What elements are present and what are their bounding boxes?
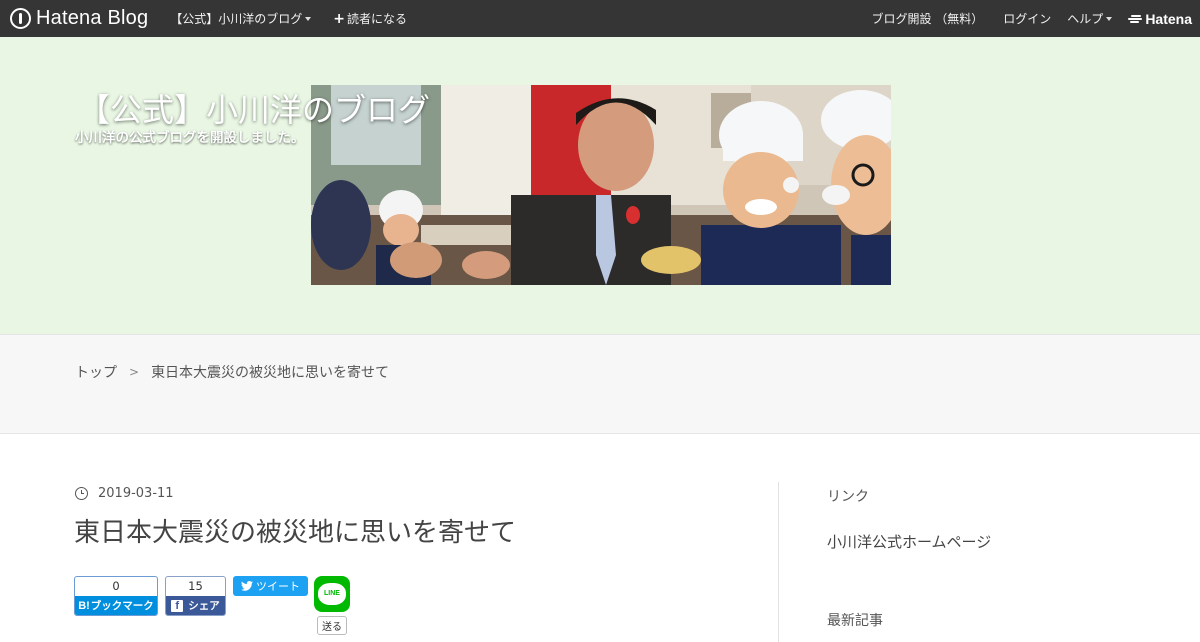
hatena-bookmark-button[interactable]: 0 B! ブックマーク [74,576,158,616]
subscribe-button[interactable]: + 読者になる [333,10,407,27]
tweet-button[interactable]: ツイート [233,576,308,596]
line-icon: LINE [318,583,346,605]
sidebar-link-official-homepage[interactable]: 小川洋公式ホームページ [827,531,991,552]
open-blog-label: ブログ開設 （無料） [871,12,984,26]
entry-date-text: 2019-03-11 [98,486,174,501]
facebook-icon: f [171,600,184,612]
sidebar-divider [778,482,779,642]
facebook-share-count: 15 [188,579,203,593]
hatena-blog-logo-icon [10,8,31,29]
clock-icon [75,487,88,500]
caret-down-icon [1106,17,1113,21]
sidebar-links-heading: リンク [827,489,869,505]
subscribe-label: 読者になる [347,12,408,26]
breadcrumb-separator: > [129,365,140,379]
blog-title-link[interactable]: 【公式】小川洋のブログ [78,85,430,131]
blog-menu-dropdown[interactable]: 【公式】小川洋のブログ [170,10,312,27]
sidebar-recent-heading: 最新記事 [827,613,883,629]
plus-icon: + [333,10,346,27]
caret-down-icon [305,17,312,21]
hatena-bookmark-icon: B! [78,600,90,612]
breadcrumb-band: トップ > 東日本大震災の被災地に思いを寄せて [0,334,1200,434]
entry-title[interactable]: 東日本大震災の被災地に思いを寄せて [74,512,516,549]
twitter-bird-icon [241,581,253,591]
login-label: ログイン [1003,12,1052,26]
login-link[interactable]: ログイン [1003,10,1051,27]
logo-text: Hatena Blog [36,7,149,29]
hatena-label: Hatena [1145,10,1192,27]
breadcrumb-top-link[interactable]: トップ [75,362,117,382]
open-blog-link[interactable]: ブログ開設 （無料） [871,10,983,27]
hatena-blog-logo[interactable]: Hatena Blog [10,7,148,30]
hatena-logo-link[interactable]: Hatena [1128,11,1192,27]
facebook-share-label-bar: f シェア [166,596,225,615]
blog-header: 【公式】小川洋のブログ 小川洋の公式ブログを開設しました。 [0,37,1200,334]
help-dropdown[interactable]: ヘルプ [1067,10,1113,27]
blog-description: 小川洋の公式ブログを開設しました。 [75,130,305,146]
blog-menu-label: 【公式】小川洋のブログ [170,12,303,26]
facebook-share-button[interactable]: 15 f シェア [165,576,226,616]
line-share-group: LINE 送る [314,576,350,635]
breadcrumb: トップ > 東日本大震災の被災地に思いを寄せて [75,362,389,382]
breadcrumb-current: 東日本大震災の被災地に思いを寄せて [151,365,390,381]
hatena-bookmark-label-bar: B! ブックマーク [75,596,157,615]
line-send-button[interactable]: 送る [317,616,347,635]
line-share-button[interactable]: LINE [314,576,350,612]
tweet-label: ツイート [256,580,300,593]
help-label: ヘルプ [1067,12,1104,26]
hatena-bookmark-count: 0 [112,579,120,593]
facebook-share-label: シェア [188,600,220,612]
global-header-bar: Hatena Blog 【公式】小川洋のブログ + 読者になる ブログ開設 （無… [0,0,1200,37]
hatena-mark-icon [1128,14,1143,24]
hatena-bookmark-label: ブックマーク [90,600,154,612]
entry-date[interactable]: 2019-03-11 [75,486,174,501]
